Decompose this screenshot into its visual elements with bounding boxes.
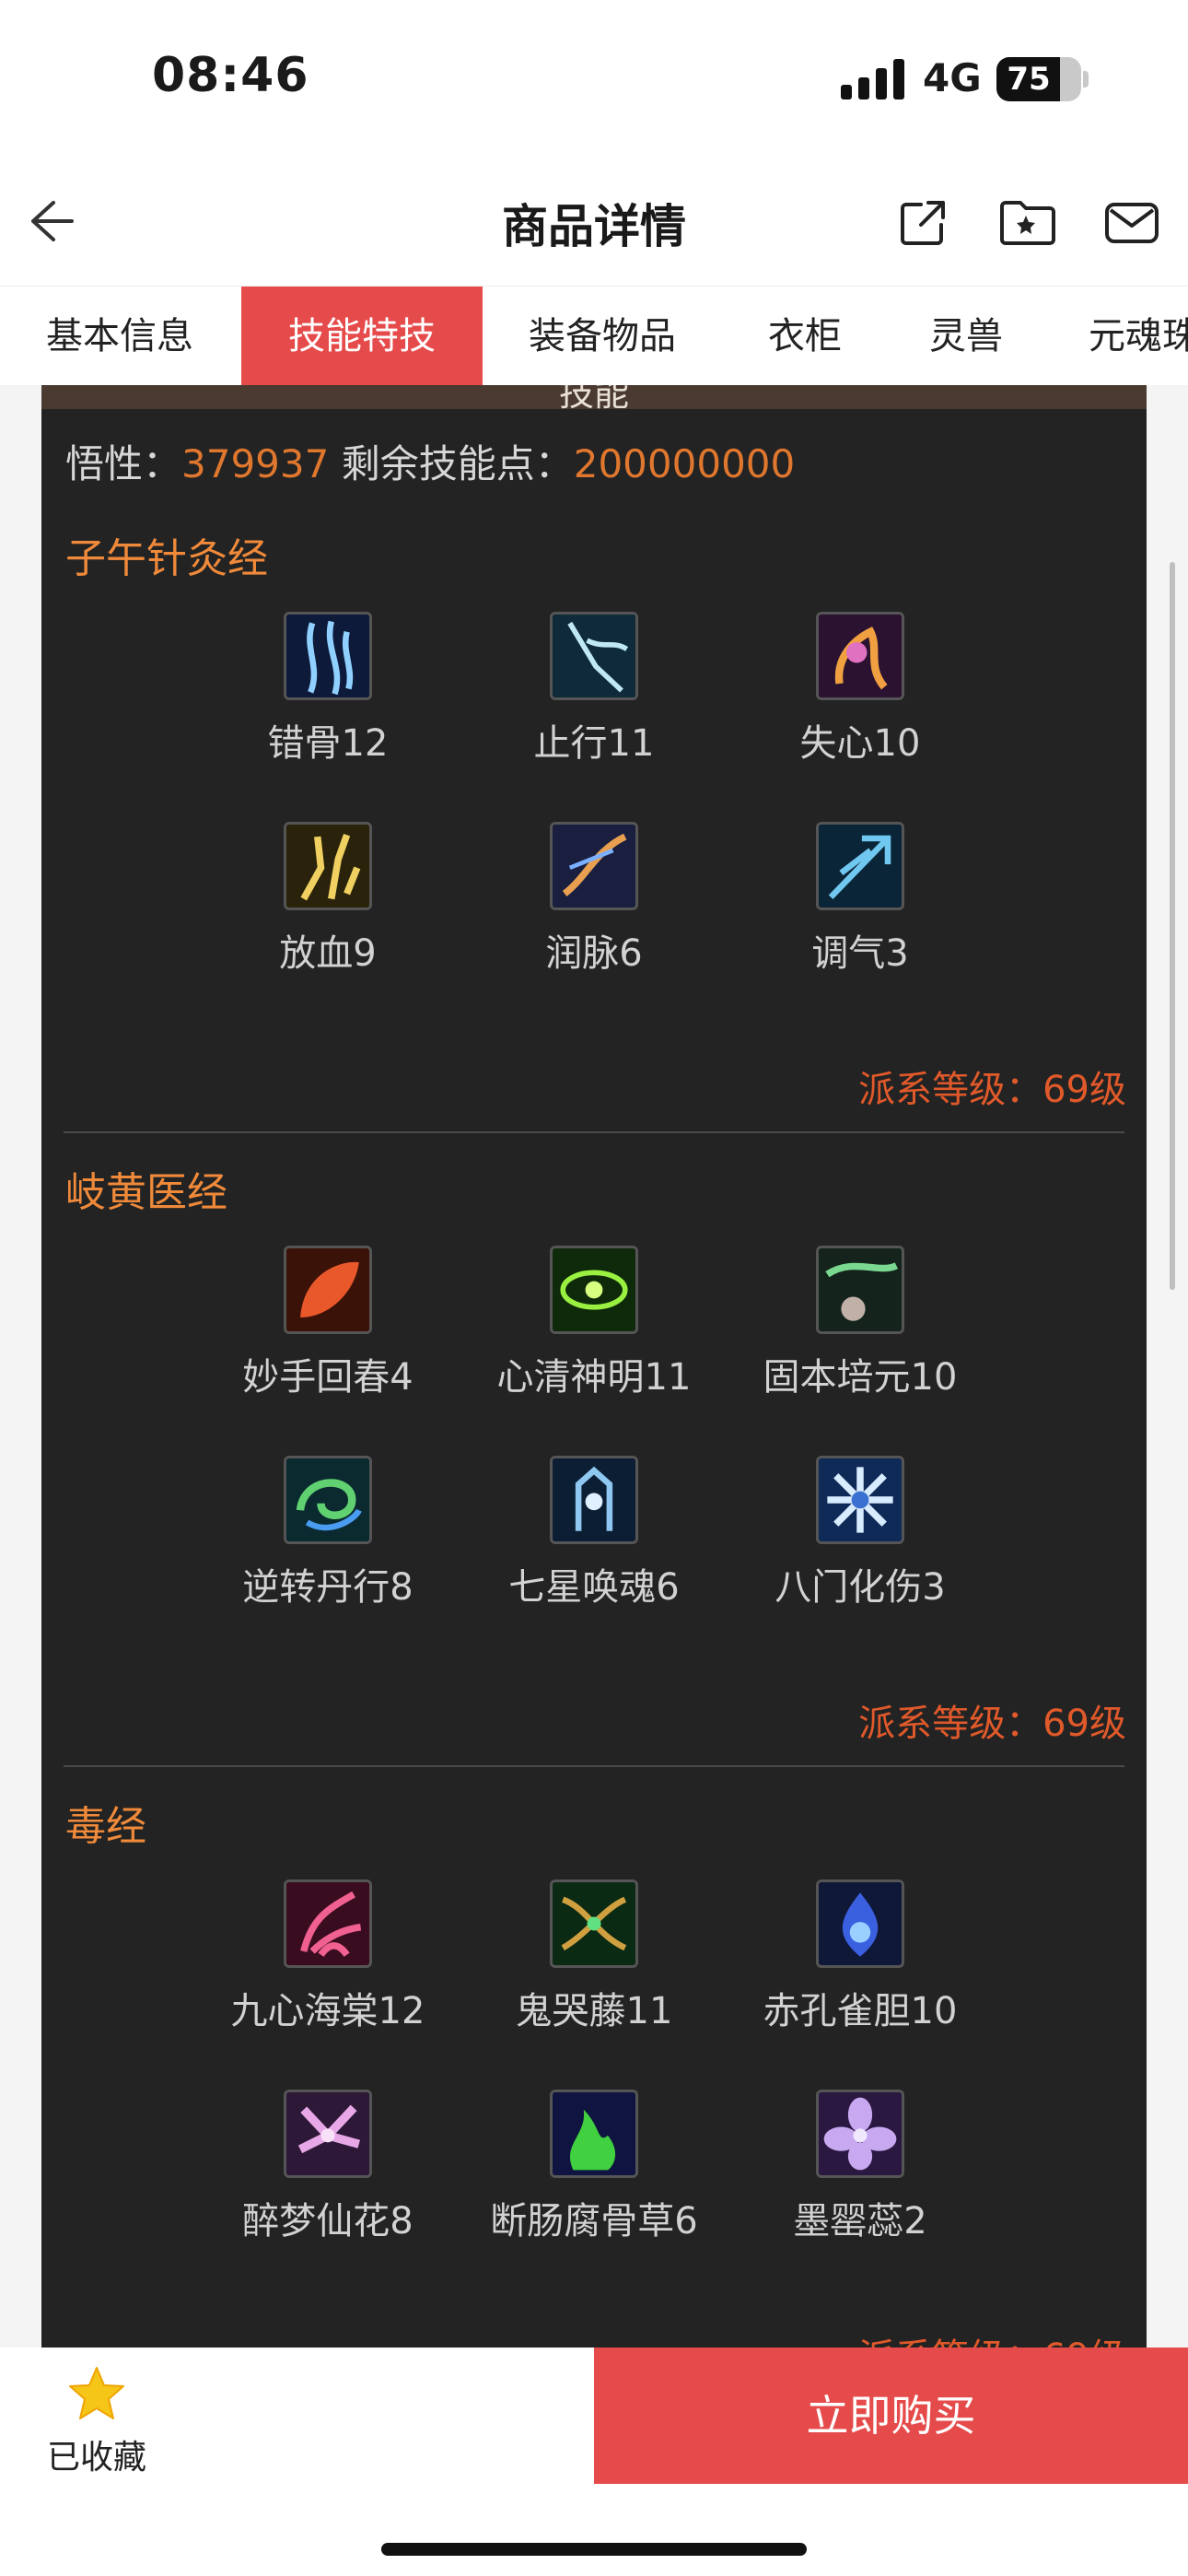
school-title: 岐黄医经 bbox=[65, 1169, 227, 1216]
skill-name: 润脉6 bbox=[545, 932, 643, 975]
needle-icon bbox=[550, 612, 638, 700]
skill-name: 七星唤魂6 bbox=[508, 1566, 680, 1609]
skill-name: 心清神明11 bbox=[496, 1356, 692, 1399]
content-margin-right bbox=[1147, 385, 1188, 2348]
skill-stats: 悟性：379937 剩余技能点：200000000 bbox=[65, 433, 795, 489]
blue-limb-icon bbox=[284, 612, 372, 700]
status-time: 08:46 bbox=[152, 48, 309, 103]
school-level: 派系等级：69级 bbox=[858, 2327, 1126, 2348]
mail-icon[interactable] bbox=[1103, 195, 1160, 251]
battery-level: 75 bbox=[1007, 61, 1051, 98]
spirit-icon bbox=[550, 1456, 638, 1544]
battery-icon: 75 bbox=[996, 57, 1081, 101]
skill-name: 九心海棠12 bbox=[230, 1990, 425, 2032]
home-indicator[interactable] bbox=[381, 2543, 807, 2556]
skill-item[interactable]: 七星唤魂6 bbox=[460, 1456, 728, 1610]
skill-item[interactable]: 断肠腐骨草6 bbox=[460, 2090, 728, 2244]
content-margin-left bbox=[0, 385, 41, 2348]
bottom-bar: 已收藏 立即购买 bbox=[0, 2348, 1188, 2576]
blue-flower-icon bbox=[816, 1456, 904, 1544]
nav-bar: 商品详情 bbox=[0, 157, 1188, 286]
skill-name: 妙手回春4 bbox=[242, 1356, 413, 1399]
skill-item[interactable]: 固本培元10 bbox=[727, 1246, 994, 1400]
skill-item[interactable]: 赤孔雀胆10 bbox=[727, 1879, 994, 2034]
green-flame-icon bbox=[550, 2090, 638, 2178]
skill-name: 调气3 bbox=[811, 932, 909, 975]
skill-name: 失心10 bbox=[799, 722, 921, 765]
favorite-label: 已收藏 bbox=[46, 2439, 146, 2476]
red-leaf-icon bbox=[284, 1246, 372, 1334]
school-title: 子午针灸经 bbox=[65, 535, 268, 582]
skill-name: 八门化伤3 bbox=[775, 1566, 946, 1609]
skill-item[interactable]: 止行11 bbox=[460, 612, 728, 767]
skill-item[interactable]: 调气3 bbox=[727, 822, 994, 977]
tab-skills[interactable]: 技能特技 bbox=[241, 287, 483, 385]
star-icon bbox=[69, 2367, 124, 2419]
swirl-icon bbox=[284, 1456, 372, 1544]
golden-foot-icon bbox=[284, 822, 372, 910]
school-level: 派系等级：69级 bbox=[858, 1703, 1126, 1745]
status-bar: 08:46 4G 75 bbox=[0, 0, 1188, 157]
skill-item[interactable]: 心清神明11 bbox=[460, 1246, 728, 1400]
divider bbox=[64, 1765, 1124, 1767]
skill-item[interactable]: 放血9 bbox=[194, 822, 461, 977]
vine-icon bbox=[550, 1879, 638, 1968]
flame-hand-icon bbox=[816, 612, 904, 700]
scrollbar[interactable] bbox=[1170, 562, 1175, 1290]
skill-name: 逆转丹行8 bbox=[242, 1566, 413, 1609]
skill-item[interactable]: 九心海棠12 bbox=[194, 1879, 461, 2034]
qi-arrow-icon bbox=[816, 822, 904, 910]
skill-item[interactable]: 八门化伤3 bbox=[727, 1456, 994, 1610]
skill-name: 赤孔雀胆10 bbox=[763, 1990, 958, 2032]
share-icon[interactable] bbox=[895, 195, 950, 251]
skill-name: 墨罂蕊2 bbox=[793, 2200, 927, 2242]
pink-flower-icon bbox=[284, 1879, 372, 1968]
tab-soul-orb[interactable]: 元魂珠 bbox=[1089, 287, 1188, 385]
skill-item[interactable]: 墨罂蕊2 bbox=[727, 2090, 994, 2244]
divider bbox=[64, 1131, 1124, 1133]
pulse-icon bbox=[550, 822, 638, 910]
folder-star-icon[interactable] bbox=[998, 195, 1057, 251]
skill-item[interactable]: 错骨12 bbox=[194, 612, 461, 767]
battery-tip bbox=[1083, 71, 1089, 88]
skill-item[interactable]: 润脉6 bbox=[460, 822, 728, 977]
poppy-icon bbox=[816, 2090, 904, 2178]
skills-panel: 技能 悟性：379937 剩余技能点：200000000 子午针灸经 错骨12 … bbox=[41, 385, 1147, 2348]
comprehension-value: 379937 bbox=[181, 441, 330, 486]
skill-item[interactable]: 鬼哭藤11 bbox=[460, 1879, 728, 2034]
skill-name: 断肠腐骨草6 bbox=[490, 2200, 698, 2242]
skill-item[interactable]: 妙手回春4 bbox=[194, 1246, 461, 1400]
green-eye-icon bbox=[550, 1246, 638, 1334]
signal-icon bbox=[841, 59, 905, 100]
points-label: 剩余技能点： bbox=[341, 441, 574, 486]
gourd-icon bbox=[816, 1246, 904, 1334]
school-level: 派系等级：69级 bbox=[858, 1069, 1126, 1111]
panel-header-title: 技能 bbox=[558, 385, 629, 409]
skill-name: 固本培元10 bbox=[763, 1356, 958, 1399]
skill-item[interactable]: 失心10 bbox=[727, 612, 994, 767]
network-type: 4G bbox=[923, 55, 982, 100]
tab-wardrobe[interactable]: 衣柜 bbox=[722, 287, 888, 385]
favorite-button[interactable]: 已收藏 bbox=[37, 2364, 157, 2478]
skill-name: 鬼哭藤11 bbox=[515, 1990, 673, 2032]
skill-name: 错骨12 bbox=[267, 722, 389, 765]
points-value: 200000000 bbox=[573, 441, 796, 486]
skill-item[interactable]: 逆转丹行8 bbox=[194, 1456, 461, 1610]
buy-now-button[interactable]: 立即购买 bbox=[594, 2348, 1188, 2484]
lily-icon bbox=[284, 2090, 372, 2178]
tab-equipment[interactable]: 装备物品 bbox=[483, 287, 722, 385]
tab-bar: 基本信息 技能特技 装备物品 衣柜 灵兽 元魂珠 bbox=[0, 286, 1188, 385]
skill-item[interactable]: 醉梦仙花8 bbox=[194, 2090, 461, 2244]
peacock-gem-icon bbox=[816, 1879, 904, 1968]
skill-name: 放血9 bbox=[279, 932, 377, 975]
skill-name: 醉梦仙花8 bbox=[242, 2200, 413, 2242]
comprehension-label: 悟性： bbox=[65, 441, 182, 486]
school-title: 毒经 bbox=[65, 1803, 146, 1850]
tab-pets[interactable]: 灵兽 bbox=[888, 287, 1044, 385]
panel-header: 技能 bbox=[41, 385, 1147, 409]
skill-name: 止行11 bbox=[533, 722, 655, 765]
tab-basic-info[interactable]: 基本信息 bbox=[0, 287, 239, 385]
